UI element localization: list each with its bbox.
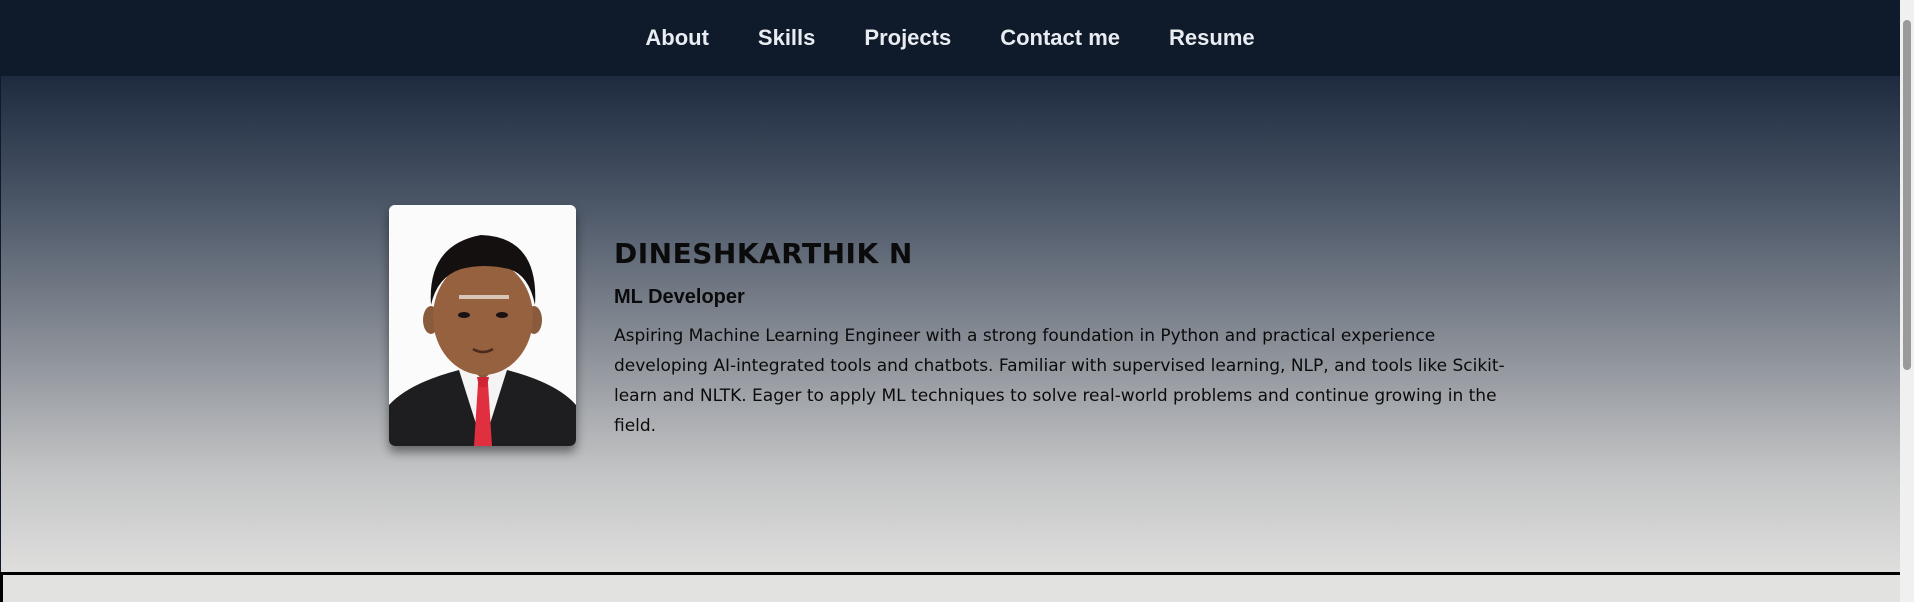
top-navbar: About Skills Projects Contact me Resume xyxy=(0,0,1900,77)
nav-link-contact[interactable]: Contact me xyxy=(976,25,1145,51)
nav-link-resume[interactable]: Resume xyxy=(1145,25,1280,51)
profile-name: DINESHKARTHIK N xyxy=(614,237,913,270)
nav-link-skills[interactable]: Skills xyxy=(733,25,839,51)
nav-link-about[interactable]: About xyxy=(621,25,734,51)
person-portrait-icon xyxy=(389,205,576,446)
scrollbar-thumb[interactable] xyxy=(1903,20,1911,370)
profile-role: ML Developer xyxy=(614,286,745,308)
profile-photo xyxy=(389,205,576,446)
profile-bio: Aspiring Machine Learning Engineer with … xyxy=(614,326,1505,436)
next-section xyxy=(0,572,1900,602)
page-scrollbar[interactable] xyxy=(1900,0,1914,602)
nav-links: About Skills Projects Contact me Resume xyxy=(0,0,1900,76)
hero-section: DINESHKARTHIK N ML Developer Aspiring Ma… xyxy=(0,76,1901,572)
hero-text: DINESHKARTHIK N ML Developer Aspiring Ma… xyxy=(614,237,1514,441)
portfolio-page: About Skills Projects Contact me Resume xyxy=(0,0,1914,602)
nav-link-projects[interactable]: Projects xyxy=(840,25,976,51)
